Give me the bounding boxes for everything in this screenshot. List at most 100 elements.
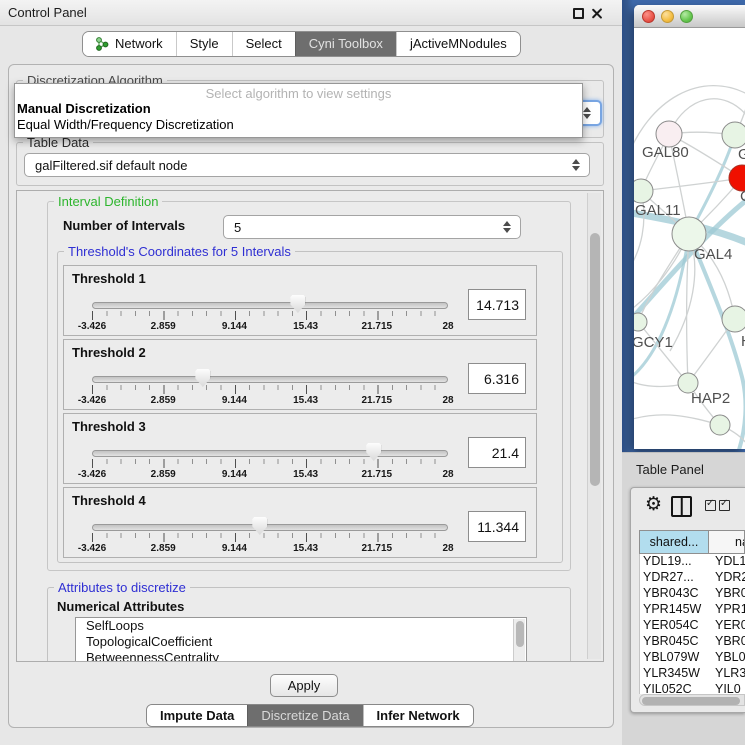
tab-infer-network[interactable]: Infer Network	[363, 705, 473, 726]
dropdown-option-equal-width[interactable]: Equal Width/Frequency Discretization	[15, 117, 582, 133]
tick-label: 2.859	[151, 543, 176, 554]
network-view-window[interactable]: GAL80GACGAL11GAL4GCY1HHAP2	[634, 5, 745, 449]
slider-track[interactable]	[92, 524, 448, 531]
column-header-shared-name[interactable]: shared...	[639, 530, 709, 554]
threshold-list: Threshold 1 -3.4262.8599.14415.4321.7152…	[63, 265, 537, 561]
tab-network[interactable]: Network	[83, 32, 176, 56]
network-node[interactable]	[722, 122, 745, 148]
threshold-value-field[interactable]: 14.713	[468, 289, 526, 320]
panel-vertical-scrollbar[interactable]	[587, 193, 601, 659]
attributes-scrollbar[interactable]	[513, 619, 525, 662]
slider-track[interactable]	[92, 302, 448, 309]
table-row[interactable]: YBL079WYBL0	[640, 650, 745, 666]
panel-title: Control Panel	[8, 5, 87, 20]
checkbox-icon[interactable]	[719, 500, 730, 511]
table-rows[interactable]: YDL19...YDL1YDR27...YDR2YBR043CYBR0YPR14…	[639, 554, 745, 694]
threshold-slider[interactable]: -3.4262.8599.14415.4321.71528	[92, 376, 448, 407]
close-icon[interactable]	[591, 7, 603, 19]
close-traffic-light-icon[interactable]	[642, 10, 655, 23]
threshold-slider[interactable]: -3.4262.8599.14415.4321.71528	[92, 524, 448, 555]
minimize-traffic-light-icon[interactable]	[661, 10, 674, 23]
column-layout-icon[interactable]	[671, 496, 692, 517]
table-row[interactable]: YIL052CYIL0	[640, 682, 745, 694]
table-panel-title: Table Panel	[636, 462, 704, 477]
tick-label: 15.43	[293, 469, 318, 480]
threshold-label: Threshold 3	[72, 419, 146, 434]
network-node[interactable]	[710, 415, 730, 435]
cell-name: YLR3	[710, 666, 745, 682]
network-node[interactable]	[634, 179, 653, 203]
threshold-value-field[interactable]: 6.316	[468, 363, 526, 394]
node-label: GCY1	[634, 334, 673, 351]
interval-definition-title: Interval Definition	[54, 194, 162, 209]
cell-shared-name: YDL19...	[640, 554, 710, 570]
slider-track[interactable]	[92, 450, 448, 457]
checkbox-icon[interactable]	[705, 500, 716, 511]
table-row[interactable]: YDR27...YDR2	[640, 570, 745, 586]
number-of-intervals-value: 5	[234, 220, 241, 235]
table-row[interactable]: YLR345WYLR3	[640, 666, 745, 682]
table-panel-window: ⚙ shared... na YDL19...YDL1YDR27...YDR2Y…	[630, 487, 745, 713]
node-label: GAL11	[635, 202, 681, 219]
tick-label: 28	[442, 543, 453, 554]
tab-style[interactable]: Style	[176, 32, 232, 56]
slider-track[interactable]	[92, 376, 448, 383]
table-row[interactable]: YER054CYER0	[640, 618, 745, 634]
slider-tick-labels: -3.4262.8599.14415.4321.71528	[92, 395, 448, 407]
network-graph[interactable]: GAL80GACGAL11GAL4GCY1HHAP2	[634, 29, 745, 449]
tab-discretize-data[interactable]: Discretize Data	[247, 705, 362, 726]
threshold-value-field[interactable]: 11.344	[468, 511, 526, 542]
tab-jactivemnodules[interactable]: jActiveMNodules	[396, 32, 520, 56]
apply-button[interactable]: Apply	[270, 674, 338, 697]
network-edge[interactable]	[634, 415, 720, 425]
table-header-row: shared... na	[639, 530, 745, 554]
column-header-name[interactable]: na	[709, 530, 745, 554]
zoom-traffic-light-icon[interactable]	[680, 10, 693, 23]
table-row[interactable]: YDL19...YDL1	[640, 554, 745, 570]
table-data-combobox[interactable]: galFiltered.sif default node	[24, 153, 590, 177]
tick-label: 28	[442, 321, 453, 332]
attribute-list-item[interactable]: SelfLoops	[76, 618, 526, 634]
cell-shared-name: YPR145W	[640, 602, 710, 618]
gear-icon[interactable]: ⚙	[645, 493, 662, 515]
tick-label: 21.715	[362, 543, 393, 554]
tick-label: 9.144	[222, 543, 247, 554]
threshold-slider[interactable]: -3.4262.8599.14415.4321.71528	[92, 302, 448, 333]
network-node[interactable]	[634, 313, 647, 331]
table-horizontal-scrollbar[interactable]	[639, 694, 745, 706]
tick-label: 9.144	[222, 469, 247, 480]
tab-impute-data[interactable]: Impute Data	[147, 705, 247, 726]
table-row[interactable]: YBR045CYBR0	[640, 634, 745, 650]
tick-label: -3.426	[78, 395, 106, 406]
threshold-panel: Threshold 3 -3.4262.8599.14415.4321.7152…	[63, 413, 537, 484]
dropdown-placeholder-option[interactable]: Select algorithm to view settings	[15, 84, 582, 101]
threshold-label: Threshold 4	[72, 493, 146, 508]
cell-shared-name: YBR043C	[640, 586, 710, 602]
tab-network-label: Network	[115, 32, 163, 56]
network-canvas[interactable]: GAL80GACGAL11GAL4GCY1HHAP2	[634, 29, 745, 449]
float-window-icon[interactable]	[573, 8, 584, 19]
table-row[interactable]: YPR145WYPR1	[640, 602, 745, 618]
tab-cyni-toolbox[interactable]: Cyni Toolbox	[295, 32, 396, 56]
threshold-panel: Threshold 2 -3.4262.8599.14415.4321.7152…	[63, 339, 537, 410]
algorithm-dropdown-popup: Select algorithm to view settings Manual…	[14, 83, 583, 138]
threshold-slider[interactable]: -3.4262.8599.14415.4321.71528	[92, 450, 448, 481]
cell-shared-name: YER054C	[640, 618, 710, 634]
tab-select[interactable]: Select	[232, 32, 295, 56]
network-node[interactable]	[722, 306, 745, 332]
network-window-titlebar[interactable]	[634, 5, 745, 28]
threshold-label: Threshold 2	[72, 345, 146, 360]
cell-name: YIL0	[710, 682, 745, 694]
network-edge[interactable]	[641, 178, 742, 191]
number-of-intervals-combobox[interactable]: 5	[223, 215, 521, 239]
slider-tick-labels: -3.4262.8599.14415.4321.71528	[92, 543, 448, 555]
attribute-list-item[interactable]: BetweennessCentrality	[76, 650, 526, 662]
table-row[interactable]: YBR043CYBR0	[640, 586, 745, 602]
threshold-value-field[interactable]: 21.4	[468, 437, 526, 468]
attribute-list-item[interactable]: TopologicalCoefficient	[76, 634, 526, 650]
cell-name: YDL1	[710, 554, 745, 570]
numerical-attributes-list[interactable]: SelfLoopsTopologicalCoefficientBetweenne…	[75, 617, 527, 662]
dropdown-option-manual[interactable]: Manual Discretization	[15, 101, 582, 117]
threshold-panel: Threshold 4 -3.4262.8599.14415.4321.7152…	[63, 487, 537, 558]
slider-tick-labels: -3.4262.8599.14415.4321.71528	[92, 321, 448, 333]
